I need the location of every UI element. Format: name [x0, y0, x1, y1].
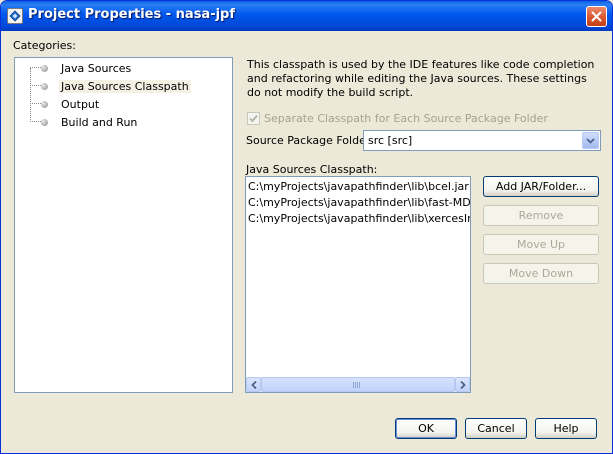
source-package-folder-value: src [src] [368, 134, 413, 147]
chevron-down-icon [586, 138, 595, 144]
list-item[interactable]: C:\myProjects\javapathfinder\lib\xercesI… [248, 211, 470, 227]
java-sources-classpath-label: Java Sources Classpath: [246, 163, 378, 176]
close-icon [591, 11, 602, 22]
tree-item-label: Java Sources [61, 62, 132, 75]
title-bar[interactable]: Project Properties - nasa-jpf [1, 1, 612, 31]
move-down-button[interactable]: Move Down [483, 263, 599, 284]
help-button[interactable]: Help [535, 418, 597, 439]
cancel-button[interactable]: Cancel [465, 418, 527, 439]
tree-item-label: Output [61, 98, 100, 111]
tree-item-output[interactable]: Output [30, 95, 220, 113]
scroll-right-button[interactable] [455, 377, 470, 392]
tree-node-icon [41, 65, 48, 72]
move-up-button[interactable]: Move Up [483, 234, 599, 255]
scroll-right-icon [460, 381, 466, 389]
remove-button[interactable]: Remove [483, 205, 599, 226]
source-package-folder-label: Source Package Folder: [246, 134, 374, 147]
classpath-list[interactable]: C:\myProjects\javapathfinder\lib\bcel.ja… [245, 176, 471, 393]
tree-item-build-and-run[interactable]: Build and Run [30, 113, 220, 131]
scroll-left-button[interactable] [246, 377, 261, 392]
separate-classpath-checkbox [247, 112, 260, 125]
source-package-folder-select[interactable]: src [src] [363, 130, 601, 151]
scroll-left-icon [251, 381, 257, 389]
checkmark-icon [249, 114, 258, 123]
netbeans-project-icon [7, 8, 23, 24]
tree-item-java-sources[interactable]: Java Sources [30, 59, 220, 77]
add-jar-folder-button[interactable]: Add JAR/Folder... [483, 176, 599, 197]
tree-node-icon [41, 101, 48, 108]
scroll-grip-icon [353, 382, 362, 388]
ok-button[interactable]: OK [395, 418, 457, 439]
categories-label: Categories: [13, 39, 76, 52]
list-item[interactable]: C:\myProjects\javapathfinder\lib\fast-MD… [248, 195, 470, 211]
scrollbar-thumb[interactable] [261, 377, 455, 392]
classpath-description: This classpath is used by the IDE featur… [247, 58, 595, 99]
tree-item-label: Java Sources Classpath [59, 80, 191, 93]
window-title: Project Properties - nasa-jpf [28, 7, 236, 22]
tree-item-label: Build and Run [61, 116, 138, 129]
tree-item-java-sources-classpath[interactable]: Java Sources Classpath [30, 77, 220, 95]
close-button[interactable] [586, 6, 607, 27]
list-item[interactable]: C:\myProjects\javapathfinder\lib\bcel.ja… [248, 179, 469, 195]
horizontal-scrollbar[interactable] [246, 377, 470, 392]
tree-node-icon [41, 119, 48, 126]
dropdown-button[interactable] [582, 132, 599, 149]
tree-node-icon [41, 83, 48, 90]
separate-classpath-label: Separate Classpath for Each Source Packa… [264, 112, 548, 125]
project-properties-dialog: Project Properties - nasa-jpf Categories… [0, 0, 613, 454]
